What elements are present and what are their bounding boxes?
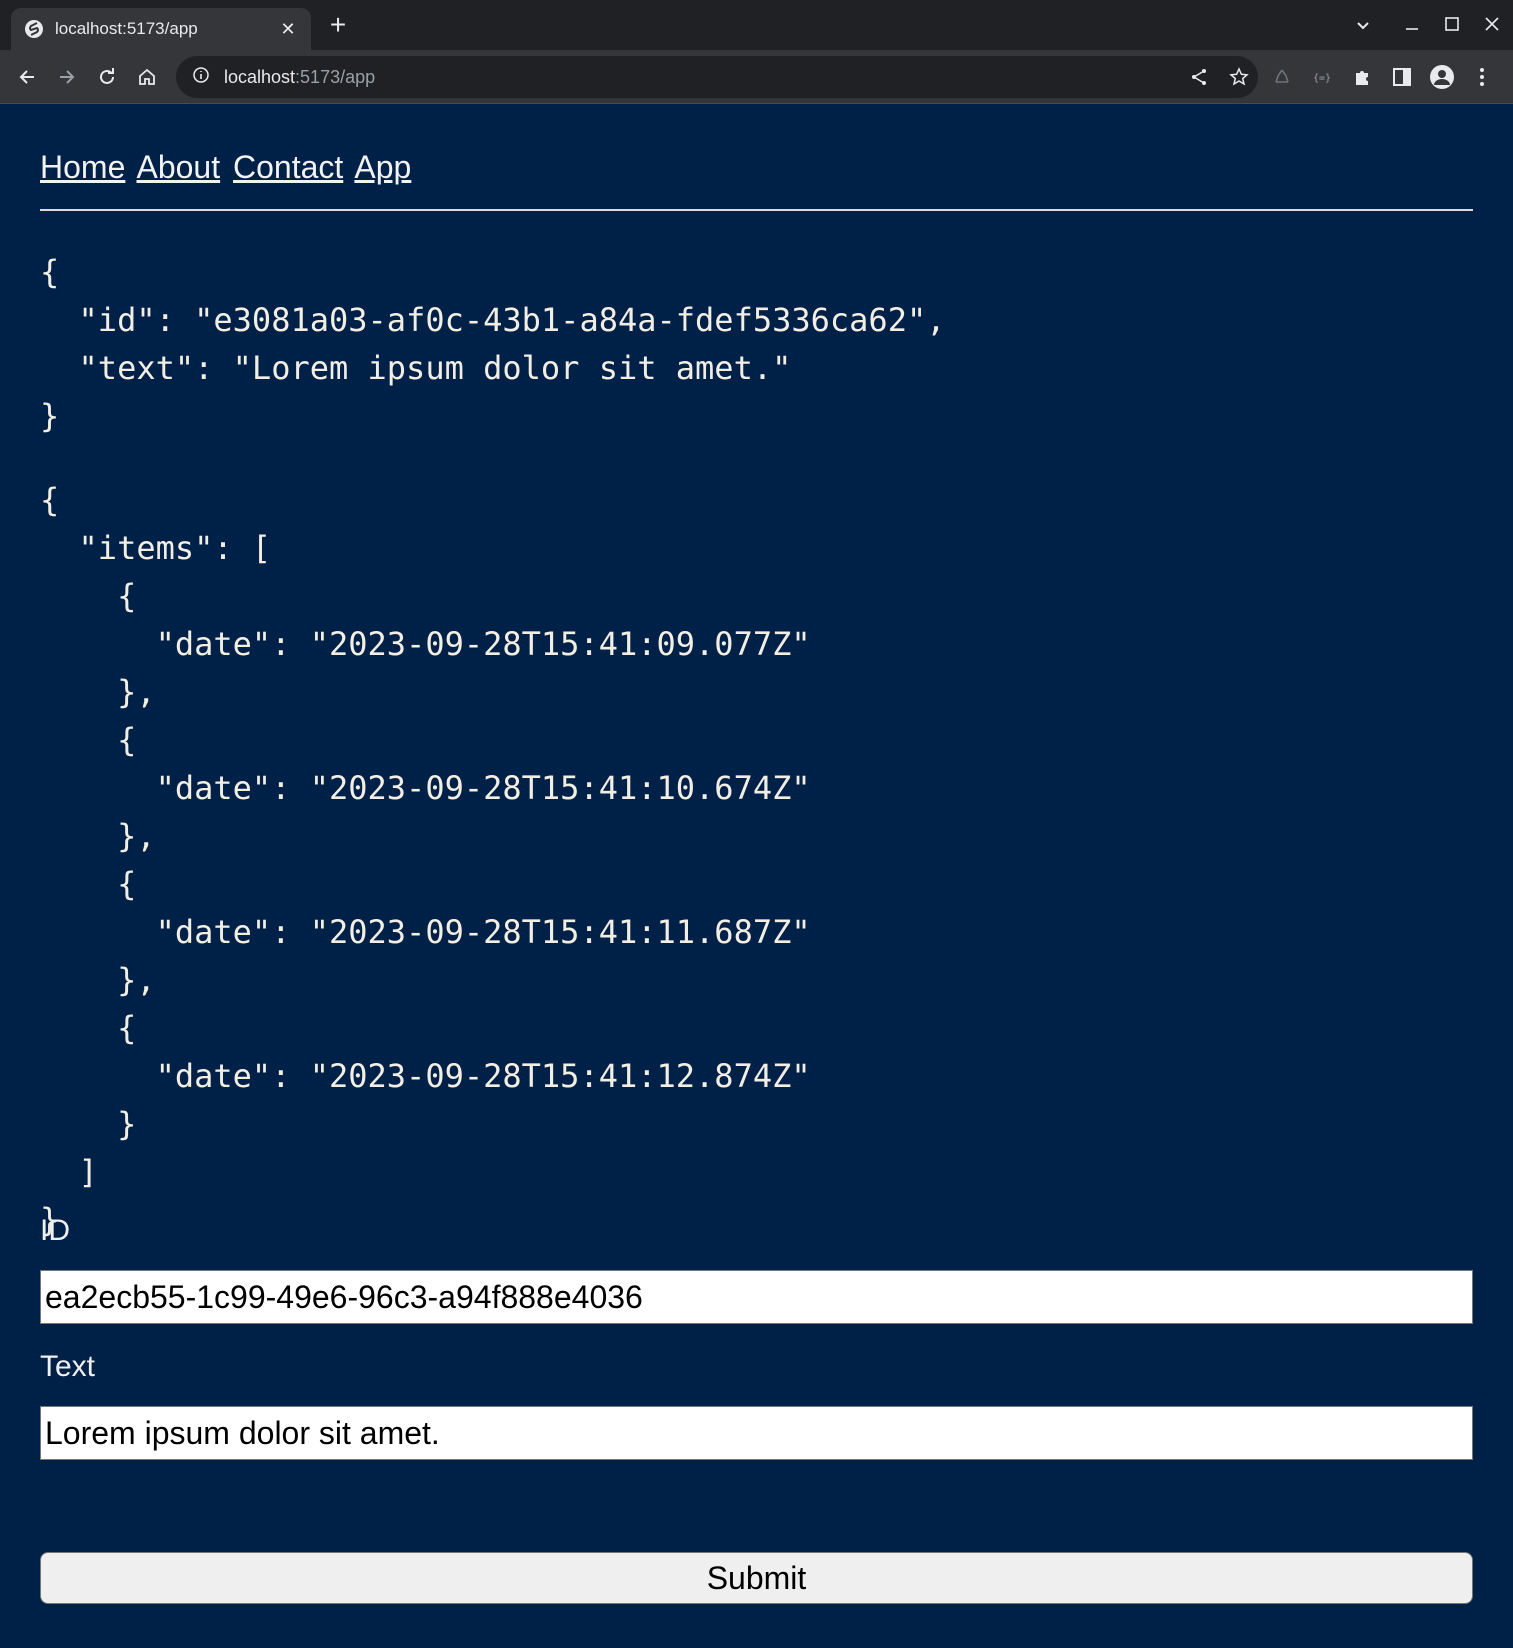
home-icon[interactable]: [129, 59, 165, 95]
id-label: ID: [40, 1214, 70, 1247]
browser-toolbar: localhost:5173/app {=}: [0, 50, 1513, 104]
url-text: localhost:5173/app: [224, 66, 376, 87]
browser-tab[interactable]: localhost:5173/app ✕: [11, 8, 311, 50]
recycle-extension-icon[interactable]: [1264, 59, 1300, 95]
back-icon[interactable]: [9, 59, 45, 95]
nav-link-home[interactable]: Home: [40, 149, 125, 185]
site-info-icon[interactable]: [192, 66, 210, 89]
tab-close-icon[interactable]: ✕: [277, 19, 299, 40]
text-input[interactable]: [40, 1406, 1473, 1460]
side-panel-icon[interactable]: [1384, 59, 1420, 95]
close-window-icon[interactable]: [1477, 10, 1507, 40]
minimize-icon[interactable]: [1397, 10, 1427, 40]
svelte-favicon-icon: [25, 20, 43, 38]
nav-link-about[interactable]: About: [136, 149, 220, 185]
page-content: Home About Contact App { "id": "e3081a03…: [0, 105, 1513, 1648]
maximize-icon[interactable]: [1437, 10, 1467, 40]
main-nav: Home About Contact App: [40, 149, 415, 186]
json-output-record: { "id": "e3081a03-af0c-43b1-a84a-fdef533…: [40, 253, 946, 435]
tab-search-chevron-icon[interactable]: [1348, 10, 1378, 40]
browser-menu-icon[interactable]: [1464, 59, 1500, 95]
bookmark-star-icon[interactable]: [1226, 64, 1252, 90]
reload-icon[interactable]: [89, 59, 125, 95]
extensions-puzzle-icon[interactable]: [1344, 59, 1380, 95]
new-tab-icon[interactable]: +: [324, 11, 352, 40]
nav-link-app[interactable]: App: [354, 149, 411, 185]
submit-button[interactable]: Submit: [40, 1552, 1473, 1604]
text-label: Text: [40, 1350, 96, 1383]
code-extension-icon[interactable]: {=}: [1304, 59, 1340, 95]
profile-avatar-icon[interactable]: [1424, 59, 1460, 95]
share-icon[interactable]: [1186, 64, 1212, 90]
nav-divider: [40, 209, 1473, 211]
nav-link-contact[interactable]: Contact: [233, 149, 343, 185]
svg-text:{=}: {=}: [1313, 73, 1331, 84]
tab-title: localhost:5173/app: [55, 19, 198, 38]
forward-icon[interactable]: [49, 59, 85, 95]
browser-tabstrip: localhost:5173/app ✕ +: [0, 0, 1513, 50]
json-output-items: { "items": [ { "date": "2023-09-28T15:41…: [40, 481, 811, 1239]
address-bar[interactable]: localhost:5173/app: [176, 56, 1258, 98]
id-input[interactable]: [40, 1270, 1473, 1324]
